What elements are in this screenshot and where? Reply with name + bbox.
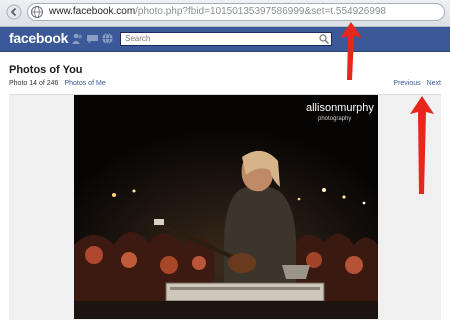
globe-icon — [31, 6, 43, 18]
url-path: /photo.php?fbid=10150135397586999&set=t.… — [135, 6, 386, 17]
photo-navigation: Previous Next — [389, 80, 441, 87]
facebook-logo[interactable]: facebook — [9, 30, 68, 46]
concert-photo-image: allisonmurphy photography — [74, 95, 378, 319]
watermark-name: allisonmurphy — [306, 102, 374, 114]
photos-of-me-link[interactable]: Photos of Me — [64, 80, 105, 87]
address-url[interactable]: www.facebook.com/photo.php?fbid=10150135… — [49, 6, 386, 17]
main-photo[interactable]: allisonmurphy photography — [74, 95, 378, 319]
red-arrow-up-url-icon — [340, 22, 362, 80]
browser-toolbar: www.facebook.com/photo.php?fbid=10150135… — [0, 0, 450, 27]
friend-requests-icon[interactable] — [71, 32, 84, 45]
messages-icon[interactable] — [86, 32, 99, 45]
facebook-header-bar: facebook Search — [0, 27, 450, 52]
watermark-sub: photography — [318, 116, 351, 122]
previous-link[interactable]: Previous — [393, 80, 420, 87]
url-host: www.facebook.com — [49, 6, 136, 17]
search-icon[interactable] — [318, 33, 330, 45]
next-link[interactable]: Next — [427, 80, 441, 87]
back-forward-chevron-icon[interactable] — [6, 4, 22, 20]
page-title: Photos of You — [9, 64, 83, 76]
photo-counter-line: Photo 14 of 246 Photos of Me — [9, 80, 106, 87]
red-arrow-up-next-icon — [410, 96, 434, 194]
search-input[interactable]: Search — [120, 32, 332, 46]
notifications-icon[interactable] — [101, 32, 114, 45]
photo-counter: Photo 14 of 246 — [9, 80, 59, 87]
